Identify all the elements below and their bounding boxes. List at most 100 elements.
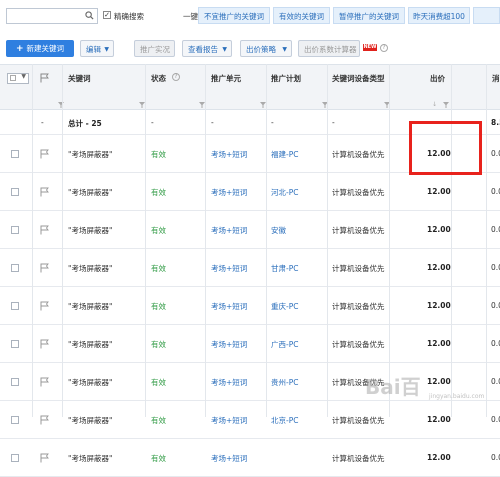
- table-row[interactable]: "考场屏蔽器" 有效 考场+短词 甘肃-PC 计算机设备优先 12.00 0.0: [0, 249, 500, 287]
- table-row[interactable]: "考场屏蔽器" 有效 考场+短词 重庆-PC 计算机设备优先 12.00 0.0: [0, 287, 500, 325]
- unit-link[interactable]: 考场+短词: [211, 453, 247, 464]
- device-type-cell: 计算机设备优先: [332, 302, 385, 311]
- quick-filter-paused-keywords[interactable]: 暂停推广的关键词: [333, 7, 405, 24]
- promote-check-label: 推广实况: [140, 45, 170, 54]
- bid-cell[interactable]: 12.00: [427, 301, 451, 310]
- bid-calculator-button[interactable]: 出价系数计算器: [298, 40, 360, 57]
- plan-link[interactable]: 河北-PC: [271, 187, 298, 198]
- keyword-cell: "考场屏蔽器": [68, 150, 113, 159]
- unit-link[interactable]: 考场+短词: [211, 301, 247, 312]
- plan-link[interactable]: 福建-PC: [271, 149, 298, 160]
- row-checkbox[interactable]: [11, 264, 19, 272]
- flag-icon[interactable]: [40, 149, 49, 159]
- edit-dropdown[interactable]: 编辑 ▼: [80, 40, 114, 57]
- keyword-cell: "考场屏蔽器": [68, 226, 113, 235]
- quick-filter-more[interactable]: [473, 7, 500, 24]
- row-checkbox[interactable]: [11, 416, 19, 424]
- row-checkbox[interactable]: [11, 150, 19, 158]
- quick-filter-cost-over-100[interactable]: 昨天消费超100: [408, 7, 470, 24]
- header-bid[interactable]: 出价: [430, 73, 445, 84]
- plan-link[interactable]: 甘肃-PC: [271, 263, 298, 274]
- flag-icon[interactable]: [40, 301, 49, 311]
- exact-search-checkbox[interactable]: ✓: [103, 11, 111, 19]
- status-cell: 有效: [151, 188, 166, 197]
- help-icon[interactable]: ?: [172, 73, 180, 81]
- table-row[interactable]: "考场屏蔽器" 有效 考场+短词 计算机设备优先 12.00 0.0: [0, 439, 500, 477]
- select-all-checkbox[interactable]: [10, 75, 16, 81]
- plan-link[interactable]: 重庆-PC: [271, 301, 298, 312]
- column-divider: [486, 64, 487, 417]
- row-checkbox[interactable]: [11, 454, 19, 462]
- plan-link[interactable]: 广西-PC: [271, 339, 298, 350]
- flag-icon[interactable]: [40, 263, 49, 273]
- search-icon[interactable]: [85, 11, 94, 20]
- watermark: Bai百 jingyan.baidu.com: [365, 371, 484, 400]
- table-row[interactable]: "考场屏蔽器"有效考场+短词北京-PC计算机设备优先12.000.0: [0, 401, 500, 439]
- new-keyword-label: 新建关键词: [26, 44, 65, 53]
- header-cost[interactable]: 消: [492, 73, 500, 84]
- row-checkbox[interactable]: [11, 226, 19, 234]
- table-row[interactable]: "考场屏蔽器" 有效 考场+短词 安徽 计算机设备优先 12.00 0.0: [0, 211, 500, 249]
- bid-cell[interactable]: 12.00: [427, 453, 451, 462]
- flag-icon[interactable]: [40, 453, 49, 463]
- row-checkbox[interactable]: [11, 188, 19, 196]
- keyword-cell: "考场屏蔽器": [68, 264, 113, 273]
- new-keyword-button[interactable]: + 新建关键词: [6, 40, 74, 57]
- help-icon[interactable]: ?: [380, 44, 388, 52]
- toolbar: + 新建关键词 编辑 ▼ 推广实况 查看报告 ▼ 出价策略 ▼ 出价系数计算器 N…: [0, 36, 500, 60]
- bid-cell[interactable]: 12.00: [427, 225, 451, 234]
- header-device-type[interactable]: 关键词设备类型: [332, 73, 390, 84]
- bid-cell[interactable]: 12.00: [427, 263, 451, 272]
- header-keyword[interactable]: 关键词: [68, 73, 91, 84]
- keyword-cell: "考场屏蔽器": [68, 302, 113, 311]
- unit-link[interactable]: 考场+短词: [211, 377, 247, 388]
- flag-icon[interactable]: [40, 225, 49, 235]
- flag-icon[interactable]: [40, 187, 49, 197]
- unit-link[interactable]: 考场+短词: [211, 339, 247, 350]
- plan-link[interactable]: 安徽: [271, 225, 286, 236]
- unit-link[interactable]: 考场+短词: [211, 263, 247, 274]
- bid-cell[interactable]: 12.00: [427, 377, 451, 386]
- sort-icon[interactable]: ↓: [432, 101, 437, 108]
- column-divider: [32, 64, 33, 417]
- row-checkbox[interactable]: [11, 378, 19, 386]
- table-row[interactable]: "考场屏蔽器" 有效 考场+短词 河北-PC 计算机设备优先 12.00 0.0: [0, 173, 500, 211]
- filter-icon[interactable]: [58, 102, 64, 108]
- cost-cell: 0.0: [491, 301, 500, 310]
- row-checkbox[interactable]: [11, 340, 19, 348]
- keyword-cell: "考场屏蔽器": [68, 188, 113, 197]
- unit-link[interactable]: 考场+短词: [211, 149, 247, 160]
- unit-link[interactable]: 考场+短词: [211, 225, 247, 236]
- bid-strategy-dropdown[interactable]: 出价策略 ▼: [240, 40, 292, 57]
- table-row[interactable]: "考场屏蔽器" 有效 考场+短词 广西-PC 计算机设备优先 12.00 0.0: [0, 325, 500, 363]
- header-plan[interactable]: 推广计划: [271, 73, 301, 84]
- status-cell: 有效: [151, 340, 166, 349]
- view-report-dropdown[interactable]: 查看报告 ▼: [182, 40, 232, 57]
- quick-filter-unsuitable-keywords[interactable]: 不宜推广的关键词: [198, 7, 270, 24]
- column-divider: [266, 64, 267, 417]
- cost-cell: 0.0: [491, 453, 500, 462]
- bid-cell[interactable]: 12.00: [427, 187, 451, 196]
- table-row[interactable]: "考场屏蔽器"有效考场+短词贵州-PC计算机设备优先12.000.0: [0, 363, 500, 401]
- summary-chk: -: [41, 118, 44, 127]
- summary-device: -: [332, 118, 335, 127]
- bid-cell[interactable]: 12.00: [427, 339, 451, 348]
- plan-link[interactable]: 贵州-PC: [271, 377, 298, 388]
- row-checkbox[interactable]: [11, 302, 19, 310]
- unit-link[interactable]: 考场+短词: [211, 187, 247, 198]
- promote-check-button[interactable]: 推广实况: [134, 40, 175, 57]
- keyword-cell: "考场屏蔽器": [68, 340, 113, 349]
- filter-icon[interactable]: [443, 102, 449, 108]
- flag-icon[interactable]: [40, 377, 49, 387]
- keyword-search-input[interactable]: [6, 8, 98, 24]
- header-unit[interactable]: 推广单元: [211, 73, 241, 84]
- header-status[interactable]: 状态: [151, 73, 166, 84]
- exact-search-label: 精确搜索: [114, 12, 144, 21]
- plus-icon: +: [15, 44, 24, 54]
- watermark-sub: jingyan.baidu.com: [429, 393, 485, 400]
- bid-cell[interactable]: 12.00: [427, 415, 451, 424]
- edit-label: 编辑: [86, 45, 101, 54]
- select-all-dropdown[interactable]: ▼: [7, 73, 29, 84]
- quick-filter-valid-keywords[interactable]: 有效的关键词: [273, 7, 330, 24]
- flag-icon[interactable]: [40, 339, 49, 349]
